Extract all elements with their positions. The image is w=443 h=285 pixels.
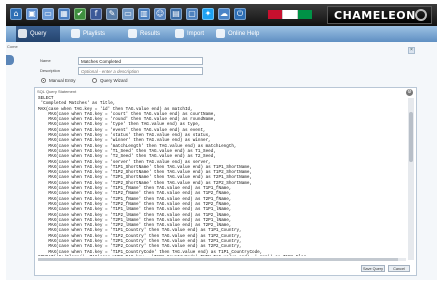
tab-online-help[interactable]: Online Help: [214, 26, 272, 42]
query-wizard-label: Query Wizard: [100, 78, 128, 83]
name-label: Name: [40, 58, 51, 63]
power-icon[interactable]: ⏻: [234, 8, 246, 20]
application-window: ⌂ ▣ ▭ ▦ ✔ f ✎ ▭ ▥ ☺ ▤ ▢ ✦ ☁ ⏻ CHAMELEON Query Playlist…: [6, 4, 437, 280]
brand-name: CHAMELEON: [334, 9, 416, 22]
radio-icon: [92, 78, 97, 83]
tab-query[interactable]: Query: [16, 26, 60, 42]
sql-query-editor[interactable]: SELECT 'Completed Matches' as Title, MAX…: [38, 96, 406, 256]
chameleon-swirl-icon: [415, 9, 427, 21]
chart-icon[interactable]: ▥: [138, 8, 150, 20]
query-editor: Come × Name Description Manual Entry Que…: [6, 42, 437, 280]
people-icon[interactable]: ☺: [154, 8, 166, 20]
tab-results[interactable]: Results: [126, 26, 172, 42]
query-wizard-option[interactable]: Query Wizard: [92, 77, 138, 84]
tab-online-help-label: Online Help: [228, 31, 260, 37]
save-query-button[interactable]: Save Query: [361, 265, 385, 272]
checkmark-icon[interactable]: ✔: [74, 8, 86, 20]
tab-import-label: Import: [187, 31, 205, 37]
close-icon[interactable]: ×: [408, 47, 415, 54]
computer-icon[interactable]: ▭: [42, 8, 54, 20]
name-input[interactable]: [78, 57, 203, 65]
tab-import[interactable]: Import: [173, 26, 217, 42]
horizontal-scrollbar[interactable]: [38, 258, 406, 261]
side-tab-label: Come: [7, 44, 18, 49]
home-icon[interactable]: ⌂: [10, 8, 22, 20]
manual-entry-label: Manual Entry: [49, 78, 76, 83]
tab-playlists[interactable]: Playlists: [69, 26, 117, 42]
tab-results-label: Results: [140, 31, 161, 37]
cloud-icon[interactable]: ☁: [218, 8, 230, 20]
query-icon: [18, 29, 27, 38]
facebook-icon[interactable]: f: [90, 8, 102, 20]
tab-playlists-label: Playlists: [83, 31, 106, 37]
edit-icon[interactable]: ✎: [106, 8, 118, 20]
sql-query-panel: SQL Query Statement ⚙ SELECT 'Completed …: [34, 87, 417, 276]
display-icon[interactable]: ▤: [170, 8, 182, 20]
radio-icon: [41, 78, 46, 83]
side-panel-handle[interactable]: [6, 55, 14, 65]
horizontal-scrollbar-thumb[interactable]: [38, 258, 398, 261]
twitter-icon[interactable]: ✦: [202, 8, 214, 20]
language-flags[interactable]: [268, 10, 312, 19]
description-input[interactable]: [78, 67, 203, 75]
monitor-icon[interactable]: ▭: [122, 8, 134, 20]
cancel-button[interactable]: Cancel: [388, 265, 410, 272]
playlists-icon: [71, 29, 80, 38]
results-icon: [128, 29, 137, 38]
sql-query-label: SQL Query Statement: [37, 89, 77, 94]
top-toolbar: ⌂ ▣ ▭ ▦ ✔ f ✎ ▭ ▥ ☺ ▤ ▢ ✦ ☁ ⏻ CHAMELEON: [6, 4, 437, 26]
manual-entry-option[interactable]: Manual Entry: [41, 77, 85, 84]
vertical-scrollbar[interactable]: [408, 98, 414, 260]
description-label: Description: [40, 68, 61, 73]
scrollbar-thumb[interactable]: [409, 112, 413, 162]
chameleon-logo: CHAMELEON: [327, 6, 432, 24]
import-icon: [175, 29, 184, 38]
screen-icon[interactable]: ▢: [186, 8, 198, 20]
main-navigation: Query Playlists Results Import Online He…: [6, 26, 437, 42]
image-icon[interactable]: ▣: [26, 8, 38, 20]
tab-query-label: Query: [30, 31, 47, 37]
grid-icon[interactable]: ▦: [58, 8, 70, 20]
gear-icon[interactable]: ⚙: [406, 89, 413, 96]
help-icon: [216, 29, 225, 38]
